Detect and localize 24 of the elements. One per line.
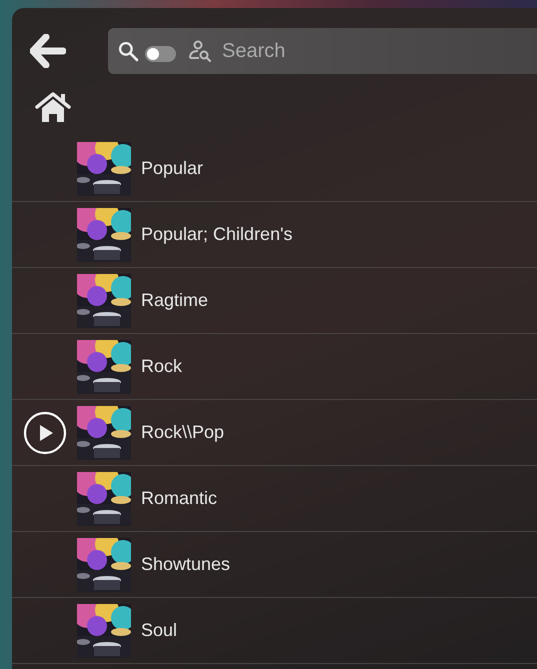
item-title: Ragtime xyxy=(141,290,208,311)
item-title: Romantic xyxy=(141,488,218,509)
home-icon[interactable] xyxy=(35,91,71,123)
item-title: Popular; Children's xyxy=(141,224,293,245)
search-field[interactable]: Search xyxy=(218,40,537,62)
list-item[interactable]: Romantic xyxy=(12,466,537,532)
list-item[interactable]: Popular xyxy=(12,136,537,202)
list-item[interactable]: Rock xyxy=(12,334,537,400)
play-icon[interactable] xyxy=(22,410,66,454)
list-item[interactable]: Soul xyxy=(12,598,537,664)
search-icon xyxy=(118,40,139,62)
back-arrow-icon[interactable] xyxy=(30,34,66,68)
item-title: Soul xyxy=(141,620,178,641)
item-title: Showtunes xyxy=(141,554,230,575)
item-title: Rock\\Pop xyxy=(141,422,224,443)
item-title: Rock xyxy=(141,356,182,377)
list-item[interactable]: Ragtime xyxy=(12,268,537,334)
list-item[interactable]: Rock\\Pop xyxy=(12,400,537,466)
item-title: Popular xyxy=(141,158,204,179)
toggle-switch[interactable] xyxy=(145,46,176,62)
person-search-icon xyxy=(188,40,212,62)
search-bar[interactable]: Search xyxy=(108,28,537,74)
list-item[interactable]: Showtunes xyxy=(12,532,537,598)
list-item[interactable]: Popular; Children's xyxy=(12,202,537,268)
